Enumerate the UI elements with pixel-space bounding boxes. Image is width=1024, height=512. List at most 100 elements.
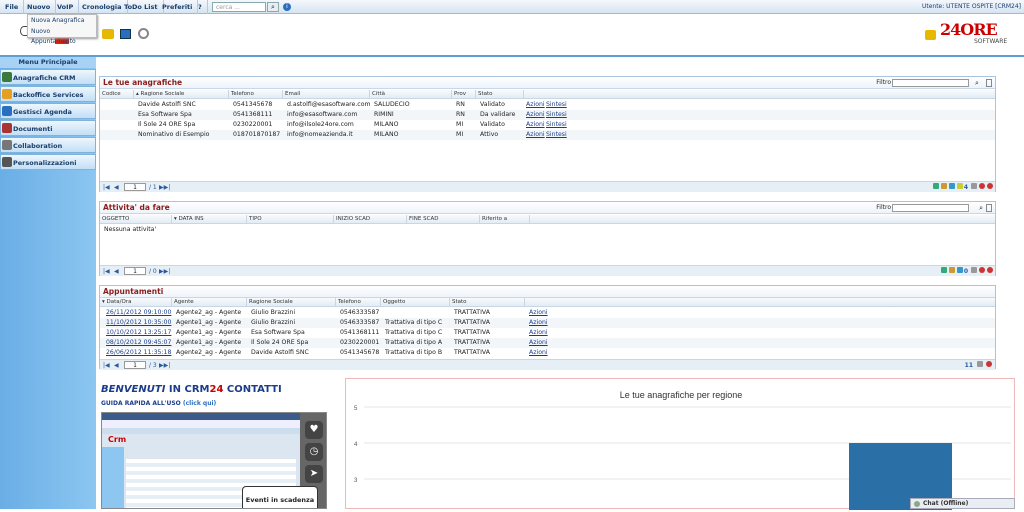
azioni-link[interactable]: Azioni [524, 100, 545, 110]
col-agente[interactable]: Agente [172, 298, 247, 307]
azioni-link[interactable]: Azioni [524, 110, 545, 120]
search-icon[interactable]: ⌕ [979, 204, 983, 213]
next-page-icon[interactable]: ▶▶| [159, 267, 170, 276]
search-icon[interactable]: ⌕ [975, 79, 983, 87]
cell-data[interactable]: 26/06/2012 11:35:18 [104, 348, 171, 358]
table-row[interactable]: 26/06/2012 11:35:18 Agente2_ag - Agente Da… [100, 348, 995, 358]
col-citta[interactable]: Città [370, 90, 452, 99]
cell-data[interactable]: 10/10/2012 13:25:17 [104, 328, 171, 338]
azioni-link[interactable]: Azioni [524, 130, 545, 140]
folder-icon[interactable] [925, 30, 936, 40]
col-tipo[interactable]: TIPO [247, 215, 334, 224]
azioni-link[interactable]: Azioni [524, 120, 545, 130]
col-fine[interactable]: FINE SCAD [407, 215, 480, 224]
table-row[interactable]: 26/11/2012 09:10:00 Agente2_ag - Agente Gi… [100, 308, 995, 318]
first-page-icon[interactable]: |◀ [103, 361, 110, 370]
col-inizio[interactable]: INIZIO SCAD [334, 215, 407, 224]
col-stato[interactable]: Stato [450, 298, 525, 307]
col-stato[interactable]: Stato [476, 90, 524, 99]
search-input[interactable]: cerca ... [212, 2, 266, 12]
table-row[interactable]: 11/10/2012 10:35:00 Agente1_ag - Agente Gi… [100, 318, 995, 328]
sintesi-link[interactable]: Sintesi [544, 130, 567, 140]
cell-stato: TRATTATIVA [454, 319, 490, 326]
col-prov[interactable]: Prov [452, 90, 476, 99]
sidebar-item-agenda[interactable]: Gestisci Agenda [0, 103, 96, 119]
cell-stato: TRATTATIVA [454, 349, 490, 356]
col-telefono[interactable]: Telefono [229, 90, 283, 99]
sintesi-link[interactable]: Sintesi [544, 100, 567, 110]
col-ragione[interactable]: Ragione Sociale [247, 298, 336, 307]
azioni-link[interactable]: Azioni [527, 318, 548, 328]
col-riferito[interactable]: Riferito a [480, 215, 530, 224]
sintesi-link[interactable]: Sintesi [544, 120, 567, 130]
col-email[interactable]: Email [283, 90, 370, 99]
hand-icon[interactable] [102, 29, 114, 39]
col-data[interactable]: ▾ Data/Ora [100, 298, 172, 307]
table-row[interactable]: Esa Software Spa 0541368111 info@esasoftwa… [100, 110, 995, 120]
clear-icon[interactable] [986, 204, 992, 212]
sidebar-item-backoffice[interactable]: Backoffice Services [0, 86, 96, 102]
prev-page-icon[interactable]: ◀ [114, 267, 119, 276]
col-telefono[interactable]: Telefono [336, 298, 381, 307]
table-row[interactable]: Il Sole 24 ORE Spa 0230220001 info@ilsole2… [100, 120, 995, 130]
dropdown-nuovo-appuntamento[interactable]: Nuovo Appuntamento [31, 27, 96, 45]
prev-page-icon[interactable]: ◀ [114, 361, 119, 370]
sidebar-item-collaboration[interactable]: Collaboration [0, 137, 96, 153]
cell-email: info@nomeazienda.it [287, 131, 353, 138]
search-icon[interactable]: ⌕ [267, 2, 279, 12]
page-input[interactable]: 1 [124, 361, 146, 369]
sintesi-link[interactable]: Sintesi [544, 110, 567, 120]
filter-input[interactable] [892, 204, 969, 212]
anagrafiche-panel: Le tue anagrafiche Filtro ⌕ Codice ▴ Rag… [99, 76, 996, 192]
azioni-link[interactable]: Azioni [527, 348, 548, 358]
cell-citta: MILANO [374, 121, 399, 128]
col-ragione[interactable]: ▴ Ragione Sociale [134, 90, 229, 99]
calendar-icon[interactable] [120, 29, 131, 39]
col-codice[interactable]: Codice [100, 90, 134, 99]
guide-thumbnail[interactable]: Crm ♥ ◷ ➤ Eventi in scadenza [101, 412, 327, 509]
table-row[interactable]: Davide Astolfi SNC 0541345678 d.astolfi@es… [100, 100, 995, 110]
info-icon[interactable]: i [283, 3, 291, 11]
col-oggetto[interactable]: OGGETTO [100, 215, 172, 224]
cell-prov: MI [456, 121, 464, 128]
cell-oggetto: Trattativa di tipo C [385, 319, 443, 326]
table-row[interactable]: Nominativo di Esempio 018701870187 info@no… [100, 130, 995, 140]
prev-page-icon[interactable]: ◀ [114, 183, 119, 192]
cell-data[interactable]: 26/11/2012 09:10:00 [104, 308, 171, 318]
menu-voip[interactable]: VoIP [52, 0, 80, 14]
menu-help[interactable]: ? [193, 0, 208, 14]
guide-link[interactable]: GUIDA RAPIDA ALL'USO (click qui) [101, 400, 216, 407]
next-page-icon[interactable]: ▶▶| [159, 361, 170, 370]
calendar-icon [2, 106, 12, 116]
menu-file[interactable]: File [0, 0, 25, 14]
first-page-icon[interactable]: |◀ [103, 267, 110, 276]
azioni-link[interactable]: Azioni [527, 308, 548, 318]
azioni-link[interactable]: Azioni [527, 338, 548, 348]
col-oggetto[interactable]: Oggetto [381, 298, 450, 307]
dropdown-nuova-anagrafica[interactable]: Nuova Anagrafica [31, 16, 84, 26]
sidebar-item-personalizzazioni[interactable]: Personalizzazioni [0, 154, 96, 170]
next-page-icon[interactable]: ▶▶| [159, 183, 170, 192]
cell-citta: RIMINI [374, 111, 394, 118]
table-row[interactable]: 08/10/2012 09:45:07 Agente1_ag - Agente Il… [100, 338, 995, 348]
table-row[interactable]: 10/10/2012 13:25:17 Agente1_ag - Agente Es… [100, 328, 995, 338]
sidebar-item-documenti[interactable]: Documenti [0, 120, 96, 136]
page-input[interactable]: 1 [124, 183, 146, 191]
cell-agente: Agente1_ag - Agente [176, 329, 242, 336]
clear-icon[interactable] [986, 79, 992, 87]
azioni-link[interactable]: Azioni [527, 328, 548, 338]
page-input[interactable]: 1 [124, 267, 146, 275]
cell-tel: 018701870187 [233, 131, 281, 138]
col-data-ins[interactable]: ▾ DATA INS [172, 215, 247, 224]
chat-bar[interactable]: Chat (Offline) [910, 498, 1015, 509]
cell-data[interactable]: 08/10/2012 09:45:07 [104, 338, 171, 348]
sidebar-item-anagrafiche[interactable]: Anagrafiche CRM [0, 69, 96, 85]
cell-tel: 0541345678 [233, 101, 273, 108]
cell-oggetto: Trattativa di tipo B [385, 349, 443, 356]
cell-data[interactable]: 11/10/2012 10:35:00 [104, 318, 171, 328]
cell-stato: TRATTATIVA [454, 339, 490, 346]
attachment-icon[interactable] [138, 28, 149, 39]
first-page-icon[interactable]: |◀ [103, 183, 110, 192]
cell-stato: Da validare [480, 111, 516, 118]
filter-input[interactable] [892, 79, 969, 87]
